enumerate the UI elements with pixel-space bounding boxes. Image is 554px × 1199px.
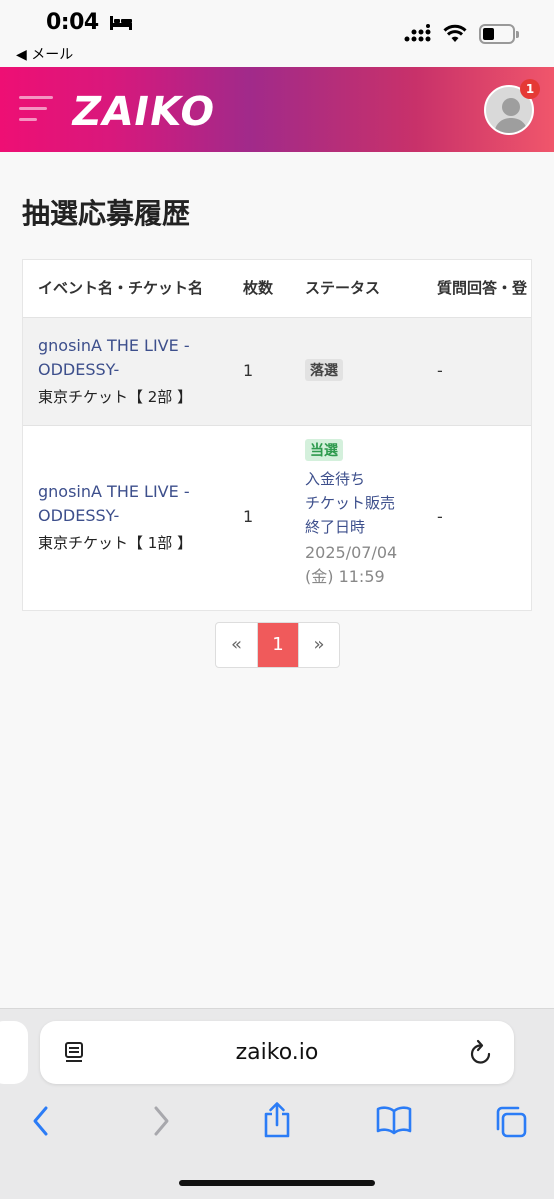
ticket-quantity: 1 (243, 507, 254, 526)
status-bar: 0:04 ◀ メール (0, 0, 554, 66)
forward-arrow-icon[interactable] (150, 1105, 172, 1137)
column-header-event: イベント名・チケット名 (38, 279, 204, 297)
share-icon[interactable] (261, 1101, 293, 1139)
home-indicator[interactable] (179, 1180, 375, 1186)
clock: 0:04 (46, 10, 99, 35)
notification-badge: 1 (520, 79, 540, 99)
ticket-quantity: 1 (243, 361, 254, 380)
column-header-quantity: 枚数 (243, 279, 274, 297)
wifi-icon (443, 24, 467, 42)
event-link[interactable]: gnosinA THE LIVE - ODDESSY- (38, 480, 190, 528)
hamburger-menu-icon[interactable] (19, 96, 55, 124)
browser-toolbar: zaiko.io (0, 1008, 554, 1199)
sales-end-datetime: 2025/07/04 (金) 11:59 (305, 543, 398, 586)
column-header-status: ステータス (305, 279, 381, 297)
tabs-icon[interactable] (494, 1105, 528, 1139)
page-title: 抽選応募履歴 (22, 197, 191, 230)
table-row: gnosinA THE LIVE - ODDESSY- 東京チケット【 2部 】… (23, 317, 531, 425)
back-arrow-icon[interactable] (30, 1105, 52, 1137)
bookmarks-icon[interactable] (376, 1105, 412, 1135)
pagination: « 1 » (215, 622, 340, 668)
previous-tab-preview[interactable] (0, 1021, 28, 1084)
pagination-prev-button[interactable]: « (216, 623, 257, 667)
site-header: ZAIKO 1 (0, 67, 554, 152)
zaiko-logo[interactable]: ZAIKO (68, 89, 219, 135)
pagination-next-button[interactable]: » (298, 623, 339, 667)
reload-icon[interactable] (468, 1039, 494, 1067)
status-badge: 当選 (305, 439, 343, 461)
address-bar[interactable]: zaiko.io (40, 1021, 514, 1084)
pagination-page-button[interactable]: 1 (257, 623, 298, 667)
payment-status-link[interactable]: 入金待ち チケット販売 終了日時 (305, 467, 395, 539)
answer-value: - (437, 507, 443, 526)
cellular-signal-icon (404, 24, 431, 42)
url-text: zaiko.io (235, 1040, 319, 1065)
event-link[interactable]: gnosinA THE LIVE - ODDESSY- (38, 334, 190, 382)
battery-icon (479, 24, 519, 44)
back-to-app-link[interactable]: ◀ メール (16, 44, 73, 64)
status-badge: 落選 (305, 359, 343, 381)
table-row: gnosinA THE LIVE - ODDESSY- 東京チケット【 1部 】… (23, 425, 531, 610)
column-header-answers: 質問回答・登 (437, 279, 528, 297)
answer-value: - (437, 361, 443, 380)
lottery-history-table[interactable]: イベント名・チケット名 枚数 ステータス 質問回答・登 gnosinA THE … (22, 259, 532, 611)
sleep-focus-icon (110, 16, 132, 30)
ticket-name: 東京チケット【 2部 】 (38, 388, 193, 406)
ticket-name: 東京チケット【 1部 】 (38, 534, 193, 552)
